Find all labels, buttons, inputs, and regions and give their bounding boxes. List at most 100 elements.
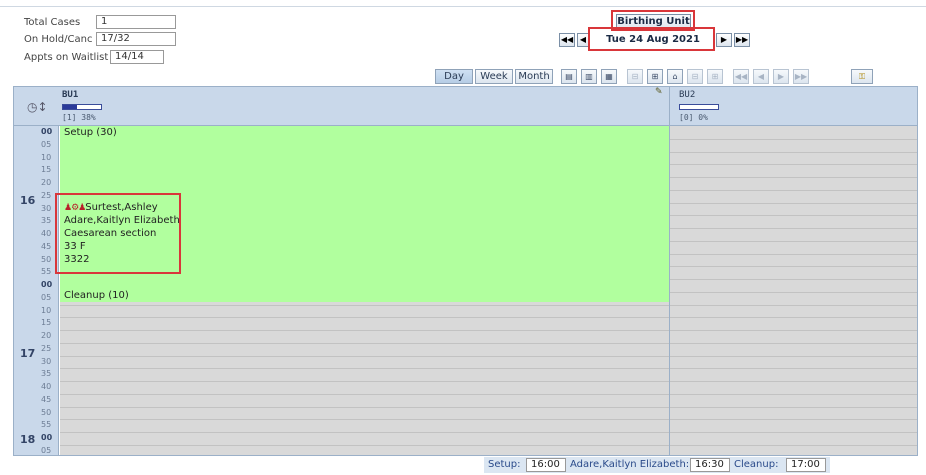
- layout-one-icon[interactable]: ▤: [561, 69, 577, 84]
- hour-label-17: 17: [20, 347, 36, 360]
- slot-line: [670, 330, 917, 331]
- scroll-last-icon[interactable]: ▶▶: [793, 69, 809, 84]
- view-week-button[interactable]: Week: [475, 69, 513, 84]
- total-cases-row: Total Cases 1: [24, 15, 176, 31]
- view-day-button[interactable]: Day: [435, 69, 473, 84]
- scroll-next-icon[interactable]: ▶: [773, 69, 789, 84]
- layout-two-icon[interactable]: ▥: [581, 69, 597, 84]
- bu2-slots[interactable]: [670, 126, 917, 455]
- footer-patient-time: 16:30: [690, 458, 730, 472]
- slot-line: [670, 177, 917, 178]
- column-divider: [669, 87, 670, 455]
- capacity-text-bu1: [1] 38%: [62, 113, 96, 122]
- slot-line: [670, 202, 917, 204]
- minute-label: 45: [41, 241, 52, 251]
- collapse-cols-icon[interactable]: ⊟: [687, 69, 703, 84]
- minute-label: 05: [41, 292, 52, 302]
- top-divider: [0, 6, 926, 7]
- capacity-text-bu2: [0] 0%: [679, 113, 708, 122]
- slot-line: [670, 215, 917, 217]
- minute-label: 30: [41, 203, 52, 213]
- minute-label: 00: [41, 127, 53, 136]
- slot-line: [670, 381, 917, 382]
- slot-line: [60, 368, 669, 370]
- slot-line: [670, 432, 917, 433]
- column-title-bu2[interactable]: BU2: [679, 90, 695, 100]
- slot-line: [670, 317, 917, 319]
- last-date-button[interactable]: ▶▶: [734, 33, 750, 47]
- expand-rows-icon[interactable]: ⊞: [647, 69, 663, 84]
- waitlist-field[interactable]: 14/14: [110, 50, 164, 64]
- slot-line: [670, 151, 917, 153]
- slot-line: [670, 291, 917, 293]
- capacity-bar-bu1: [62, 104, 102, 110]
- scroll-first-icon[interactable]: ◀◀: [733, 69, 749, 84]
- onhold-row: On Hold/Canc 17/32: [24, 32, 176, 48]
- waitlist-label: Appts on Waitlist: [24, 52, 109, 63]
- capacity-fill-bu1: [63, 105, 78, 109]
- slot-line: [60, 406, 669, 408]
- column-title-bu1[interactable]: BU1: [62, 90, 78, 100]
- slot-line: [60, 317, 669, 319]
- minute-label: 05: [41, 139, 52, 149]
- minute-label: 20: [41, 331, 52, 340]
- slot-line: [670, 253, 917, 255]
- slot-line: [670, 342, 917, 344]
- slot-line: [670, 406, 917, 408]
- capacity-bar-bu2: [679, 104, 719, 110]
- slot-line: [670, 189, 917, 191]
- minute-label: 55: [41, 267, 52, 277]
- slot-line: [670, 444, 917, 446]
- slot-line: [60, 342, 669, 344]
- total-cases-field[interactable]: 1: [96, 15, 176, 29]
- footer-patient-label: Adare,Kaitlyn Elizabeth:: [570, 459, 690, 470]
- expand-cols-icon[interactable]: ⊞: [707, 69, 723, 84]
- minute-label: 05: [41, 445, 52, 455]
- slot-line: [60, 393, 669, 395]
- minute-label: 50: [41, 407, 52, 417]
- minute-label: 40: [41, 382, 52, 391]
- footer-setup-label: Setup:: [488, 459, 521, 470]
- onhold-field[interactable]: 17/32: [96, 32, 176, 46]
- next-date-button[interactable]: ▶: [716, 33, 732, 47]
- minute-label: 50: [41, 254, 52, 264]
- slot-line: [670, 368, 917, 370]
- key-icon[interactable]: ⚿: [851, 69, 873, 84]
- collapse-rows-icon[interactable]: ⊟: [627, 69, 643, 84]
- waitlist-row: Appts on Waitlist 14/14: [24, 50, 164, 66]
- slot-line: [670, 279, 917, 280]
- footer-cleanup-label: Cleanup:: [734, 459, 779, 470]
- minute-label: 15: [41, 165, 52, 175]
- minute-label: 30: [41, 356, 52, 366]
- minute-label: 25: [41, 343, 52, 353]
- home-icon[interactable]: ⌂: [667, 69, 683, 84]
- clock-sort-icon[interactable]: ◷↕: [27, 100, 48, 114]
- first-date-button[interactable]: ◀◀: [559, 33, 575, 47]
- onhold-label: On Hold/Canc: [24, 34, 93, 45]
- slot-line: [670, 138, 917, 140]
- slot-line: [670, 304, 917, 306]
- minute-label: 45: [41, 394, 52, 404]
- view-month-button[interactable]: Month: [515, 69, 553, 84]
- minute-label: 55: [41, 420, 52, 430]
- minute-label: 00: [41, 280, 53, 289]
- minute-label: 35: [41, 369, 52, 379]
- slot-line: [670, 266, 917, 268]
- minute-label: 00: [41, 433, 53, 442]
- scroll-prev-icon[interactable]: ◀: [753, 69, 769, 84]
- layout-three-icon[interactable]: ▦: [601, 69, 617, 84]
- edit-note-icon[interactable]: ✎: [655, 87, 663, 97]
- slot-line: [670, 419, 917, 421]
- hour-label-18: 18: [20, 433, 36, 446]
- minute-label: 10: [41, 305, 52, 315]
- minute-label: 40: [41, 229, 52, 238]
- setup-label: Setup (30): [64, 127, 117, 138]
- slot-line: [670, 355, 917, 357]
- total-cases-label: Total Cases: [24, 17, 81, 28]
- hour-label-16: 16: [20, 194, 36, 207]
- footer-setup-time: 16:00: [526, 458, 566, 472]
- cleanup-label: Cleanup (10): [64, 290, 129, 301]
- slot-line: [670, 228, 917, 229]
- slot-line: [60, 444, 669, 446]
- slot-line: [60, 432, 669, 433]
